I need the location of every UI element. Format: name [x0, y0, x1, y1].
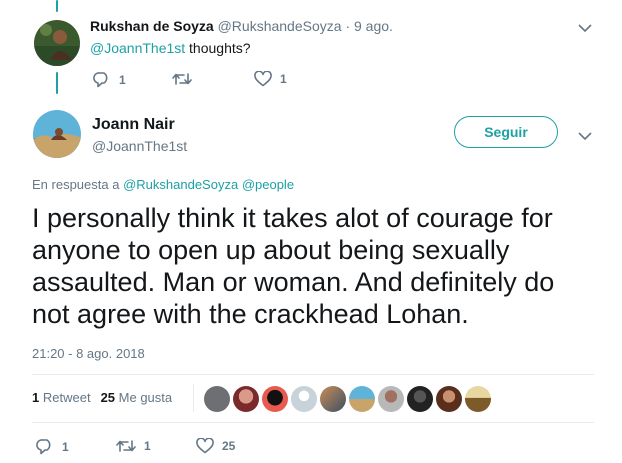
- main-author-name[interactable]: Joann Nair: [92, 116, 175, 134]
- parent-author-handle[interactable]: @RukshandeSoyza: [218, 18, 342, 34]
- liker-avatar[interactable]: [233, 386, 259, 412]
- parent-header: Rukshan de Soyza @RukshandeSoyza · 9 ago…: [90, 18, 393, 34]
- main-avatar[interactable]: [33, 110, 81, 158]
- main-retweet-count: 1: [144, 439, 151, 453]
- follow-button[interactable]: Seguir: [454, 116, 558, 148]
- divider-top: [32, 374, 594, 375]
- reply-context: En respuesta a @RukshandeSoyza @people: [32, 177, 294, 192]
- parent-retweet-button[interactable]: [172, 71, 200, 87]
- main-like-count: 25: [222, 439, 236, 453]
- liker-avatars: [204, 386, 491, 412]
- divider-bottom: [32, 422, 594, 423]
- likes-label: Me gusta: [118, 390, 173, 405]
- main-retweet-button[interactable]: 1: [116, 438, 151, 454]
- parent-chevron-down-icon[interactable]: [578, 20, 592, 38]
- main-reply-count: 1: [62, 439, 69, 454]
- liker-avatar[interactable]: [436, 386, 462, 412]
- liker-avatar[interactable]: [204, 386, 230, 412]
- engagement-stats: 1 Retweet 25 Me gusta: [32, 390, 172, 405]
- stats-separator: [193, 384, 194, 412]
- parent-like-count: 1: [280, 72, 287, 86]
- parent-mention-link[interactable]: @JoannThe1st: [90, 40, 185, 56]
- reply-icon: [93, 72, 108, 88]
- retweet-icon: [172, 73, 192, 85]
- retweet-icon: [116, 440, 136, 452]
- retweets-number: 1: [32, 390, 40, 405]
- retweets-stat[interactable]: 1 Retweet: [32, 390, 91, 405]
- parent-reply-count: 1: [119, 72, 126, 87]
- parent-reply-button[interactable]: 1: [93, 71, 126, 88]
- thread-line-bottom: [56, 72, 58, 94]
- likes-stat[interactable]: 25 Me gusta: [101, 390, 173, 405]
- parent-date[interactable]: 9 ago.: [354, 18, 393, 34]
- liker-avatar[interactable]: [262, 386, 288, 412]
- parent-text: @JoannThe1st thoughts?: [90, 40, 251, 56]
- thread-line-top: [56, 0, 58, 12]
- liker-avatar[interactable]: [320, 386, 346, 412]
- reply-context-prefix: En respuesta a: [32, 177, 120, 192]
- liker-avatar[interactable]: [349, 386, 375, 412]
- parent-avatar[interactable]: [34, 20, 80, 66]
- reply-icon: [36, 439, 51, 455]
- main-author-handle[interactable]: @JoannThe1st: [92, 138, 187, 154]
- heart-icon: [254, 71, 272, 87]
- parent-text-body: thoughts?: [185, 40, 251, 56]
- parent-author-name[interactable]: Rukshan de Soyza: [90, 18, 214, 34]
- reply-context-user-1[interactable]: @RukshandeSoyza: [123, 177, 238, 192]
- main-like-button[interactable]: 25: [196, 438, 235, 454]
- retweets-label: Retweet: [42, 390, 91, 405]
- main-tweet-text: I personally think it takes alot of cour…: [32, 203, 555, 329]
- reply-context-user-2[interactable]: @people: [242, 177, 294, 192]
- main-chevron-down-icon[interactable]: [578, 128, 592, 146]
- liker-avatar[interactable]: [378, 386, 404, 412]
- liker-avatar[interactable]: [291, 386, 317, 412]
- main-reply-button[interactable]: 1: [36, 438, 69, 455]
- parent-like-button[interactable]: 1: [254, 71, 287, 87]
- liker-avatar[interactable]: [407, 386, 433, 412]
- heart-icon: [196, 438, 214, 454]
- parent-separator: ·: [345, 18, 351, 34]
- likes-number: 25: [100, 390, 116, 405]
- liker-avatar[interactable]: [465, 386, 491, 412]
- tweet-timestamp[interactable]: 21:20 - 8 ago. 2018: [32, 346, 145, 361]
